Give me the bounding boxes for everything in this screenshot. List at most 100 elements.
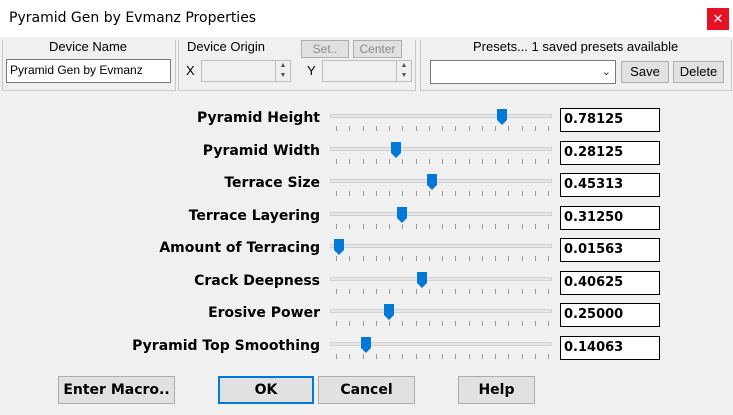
spin-up-icon: ▲ (400, 62, 408, 69)
slider-tick (442, 321, 443, 326)
slider-thumb[interactable] (391, 142, 401, 158)
slider-thumb[interactable] (497, 109, 507, 125)
slider-track[interactable] (330, 277, 552, 281)
slider-tick (376, 321, 377, 326)
x-spinner[interactable]: ▲ ▼ (275, 60, 291, 82)
y-spinner[interactable]: ▲ ▼ (396, 60, 412, 82)
slider-tick (402, 289, 403, 294)
center-button[interactable]: Center (353, 40, 402, 58)
close-button[interactable]: ✕ (707, 8, 729, 30)
slider-tick (416, 224, 417, 229)
slider-tick (336, 321, 337, 326)
parameter-value-field[interactable]: 0.01563 (560, 238, 660, 262)
slider-tick (349, 126, 350, 131)
parameter-value-field[interactable]: 0.45313 (560, 173, 660, 197)
slider-tick (482, 159, 483, 164)
cancel-button[interactable]: Cancel (318, 376, 415, 404)
slider-tick (495, 191, 496, 196)
slider-tick (349, 224, 350, 229)
slider-tick (416, 159, 417, 164)
slider-tick (482, 321, 483, 326)
slider-tick (349, 289, 350, 294)
slider-tick (508, 159, 509, 164)
slider-tick (363, 289, 364, 294)
parameter-value-field[interactable]: 0.78125 (560, 108, 660, 132)
save-preset-button[interactable]: Save (621, 61, 669, 83)
parameter-label: Terrace Layering (188, 208, 320, 224)
slider-ticks (336, 321, 549, 326)
slider-thumb[interactable] (397, 207, 407, 223)
presets-dropdown[interactable]: ⌄ (430, 60, 616, 84)
slider-tick (336, 354, 337, 359)
slider-tick (416, 354, 417, 359)
slider-tick (469, 159, 470, 164)
slider-tick (548, 289, 549, 294)
slider-tick (416, 289, 417, 294)
slider-tick (495, 224, 496, 229)
slider-tick (522, 224, 523, 229)
slider-tick (363, 354, 364, 359)
slider-track[interactable] (330, 309, 552, 313)
slider-ticks (336, 126, 549, 131)
slider-tick (376, 289, 377, 294)
spin-down-icon: ▼ (279, 72, 287, 79)
slider-tick (416, 256, 417, 261)
slider-thumb[interactable] (384, 304, 394, 320)
slider-tick (376, 256, 377, 261)
slider-tick (376, 354, 377, 359)
slider-tick (349, 159, 350, 164)
x-origin-field[interactable] (201, 60, 276, 82)
set-button[interactable]: Set.. (301, 40, 349, 58)
parameter-value-field[interactable]: 0.31250 (560, 206, 660, 230)
slider-tick (508, 256, 509, 261)
slider-ticks (336, 159, 549, 164)
device-name-value: Pyramid Gen by Evmanz (10, 63, 143, 77)
window-title: Pyramid Gen by Evmanz Properties (9, 10, 257, 26)
slider-tick (402, 159, 403, 164)
parameter-value-field[interactable]: 0.40625 (560, 271, 660, 295)
slider-thumb[interactable] (417, 272, 427, 288)
slider-ticks (336, 289, 549, 294)
x-label: X (186, 63, 195, 78)
slider-thumb[interactable] (427, 174, 437, 190)
slider-tick (336, 224, 337, 229)
slider-tick (535, 289, 536, 294)
parameter-label: Pyramid Width (202, 143, 320, 159)
device-origin-label: Device Origin (187, 39, 266, 54)
slider-tick (508, 126, 509, 131)
slider-track[interactable] (330, 212, 552, 216)
slider-tick (402, 126, 403, 131)
slider-tick (376, 159, 377, 164)
presets-label: Presets... 1 saved presets available (473, 39, 679, 54)
slider-track[interactable] (330, 244, 552, 248)
slider-tick (442, 191, 443, 196)
slider-tick (548, 159, 549, 164)
parameter-value-field[interactable]: 0.28125 (560, 141, 660, 165)
parameter-label: Pyramid Top Smoothing (132, 338, 320, 354)
ok-button[interactable]: OK (218, 376, 314, 404)
slider-tick (442, 224, 443, 229)
device-name-field[interactable]: Pyramid Gen by Evmanz (6, 59, 171, 83)
slider-tick (535, 159, 536, 164)
slider-tick (535, 191, 536, 196)
help-button[interactable]: Help (458, 376, 535, 404)
spin-up-icon: ▲ (279, 62, 287, 69)
slider-tick (495, 289, 496, 294)
slider-tick (363, 159, 364, 164)
slider-thumb[interactable] (334, 239, 344, 255)
slider-ticks (336, 224, 549, 229)
y-origin-field[interactable] (322, 60, 397, 82)
parameter-value-field[interactable]: 0.14063 (560, 336, 660, 360)
delete-preset-button[interactable]: Delete (673, 61, 724, 83)
slider-track[interactable] (330, 179, 552, 183)
parameter-value-field[interactable]: 0.25000 (560, 303, 660, 327)
slider-tick (469, 126, 470, 131)
slider-tick (548, 354, 549, 359)
slider-tick (455, 321, 456, 326)
slider-thumb[interactable] (361, 337, 371, 353)
slider-tick (522, 159, 523, 164)
slider-tick (363, 224, 364, 229)
enter-macro-button[interactable]: Enter Macro.. (58, 376, 175, 404)
slider-track[interactable] (330, 147, 552, 151)
slider-track[interactable] (330, 114, 552, 118)
